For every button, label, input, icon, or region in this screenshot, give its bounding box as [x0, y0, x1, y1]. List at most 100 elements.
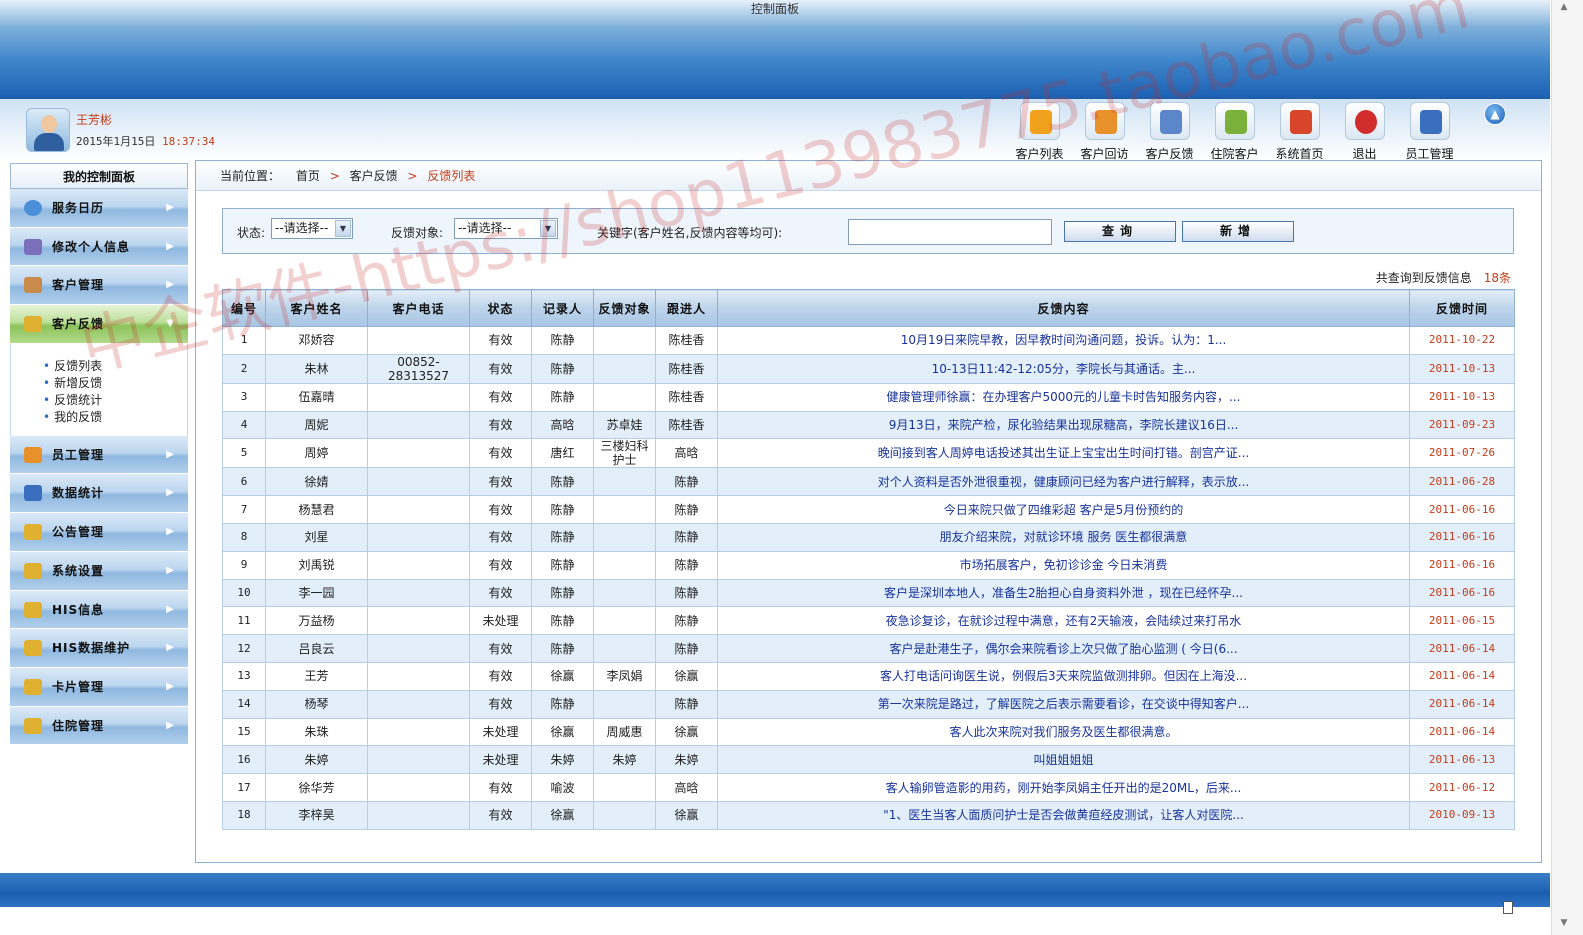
table-cell: 4: [222, 410, 266, 440]
table-cell: 李梓昊: [265, 800, 368, 830]
add-button[interactable]: 新增: [1182, 221, 1294, 242]
table-cell: 朱婷: [593, 745, 656, 775]
table-row[interactable]: 1 邓娇容 有效 陈静 陈桂香 10月19日来院早教，因早教时间沟通问题，投诉。认为：1.…: [222, 326, 1515, 355]
table-cell: 未处理: [469, 717, 532, 747]
table-cell[interactable]: 客人打电话问询医生说，例假后3天来院监做测排卵。但因在上海没...: [717, 661, 1410, 691]
table-row[interactable]: 13 王芳 有效 徐赢 李凤娟 徐赢 客人打电话问询医生说，例假后3天来院监做测排卵。但因在…: [222, 661, 1515, 691]
table-cell[interactable]: 客人此次来院对我们服务及医生都很满意。: [717, 717, 1410, 747]
table-cell: [367, 689, 470, 719]
toolbar-inpatient-button[interactable]: 住院客户: [1202, 100, 1267, 161]
table-cell: [593, 326, 656, 355]
toolbar-customer-visit-button[interactable]: 客户回访: [1072, 100, 1137, 161]
result-count: 共查询到反馈信息 18条: [1376, 269, 1511, 286]
table-cell[interactable]: 市场拓展客户，免初诊诊金 今日未消费: [717, 550, 1410, 580]
table-row[interactable]: 11 万益杨 未处理 陈静 陈静 夜急诊复诊，在就诊过程中满意，还有2天输液，会陆续过来打…: [222, 606, 1515, 636]
sidebar: 我的控制面板 服务日历▶ 修改个人信息▶ 客户管理▶ 客户反馈▼ 反馈列表 新增…: [10, 163, 188, 746]
sidebar-item-his-info[interactable]: HIS信息 ▶: [10, 590, 188, 630]
submenu-feedback-stats[interactable]: 反馈统计: [43, 392, 187, 409]
table-cell: 3: [222, 382, 266, 412]
column-header: 反馈时间: [1409, 289, 1515, 327]
scrollbar[interactable]: ▲ ▼: [1551, 0, 1583, 935]
table-cell: [367, 410, 470, 440]
sidebar-item-cards[interactable]: 卡片管理 ▶: [10, 667, 188, 707]
table-cell[interactable]: 晚间接到客人周婷电话投述其出生证上宝宝出生时间打错。剖宫产证...: [717, 438, 1410, 469]
table-row[interactable]: 10 李一园 有效 陈静 陈静 客户是深圳本地人，准备生2胎担心自身资料外泄 ，现在已经怀…: [222, 578, 1515, 608]
scroll-down-arrow-icon[interactable]: ▼: [1558, 918, 1570, 930]
sidebar-item-service-calendar[interactable]: 服务日历 ▶: [10, 189, 188, 228]
table-row[interactable]: 6 徐婧 有效 陈静 陈静 对个人资料是否外泄很重视，健康顾问已经为客户进行解释，表示放.…: [222, 467, 1515, 497]
toolbar-home-button[interactable]: 系统首页: [1267, 100, 1332, 161]
submenu-feedback-list[interactable]: 反馈列表: [43, 358, 187, 375]
toolbar-customer-list-button[interactable]: 客户列表: [1007, 100, 1072, 161]
submenu-my-feedback[interactable]: 我的反馈: [43, 409, 187, 426]
table-cell: 有效: [469, 578, 532, 608]
table-row[interactable]: 9 刘禹锐 有效 陈静 陈静 市场拓展客户，免初诊诊金 今日未消费 2011-06-16: [222, 550, 1515, 580]
table-row[interactable]: 17 徐华芳 有效 喻波 高晗 客人输卵管造影的用药，刚开始李凤娟主任开出的是20ML，后…: [222, 773, 1515, 802]
table-cell[interactable]: 叫姐姐姐姐: [717, 745, 1410, 775]
table-cell[interactable]: 夜急诊复诊，在就诊过程中满意，还有2天输液，会陆续过来打吊水: [717, 606, 1410, 636]
table-cell[interactable]: 客户是深圳本地人，准备生2胎担心自身资料外泄 ，现在已经怀孕...: [717, 578, 1410, 608]
table-cell[interactable]: 对个人资料是否外泄很重视，健康顾问已经为客户进行解释，表示放...: [717, 467, 1410, 497]
table-cell[interactable]: 朋友介绍来院，对就诊环境 服务 医生都很满意: [717, 522, 1410, 552]
scroll-up-arrow-icon[interactable]: ▲: [1558, 2, 1570, 14]
table-row[interactable]: 2 朱林 00852-28313527 有效 陈静 陈桂香 10-13日11:42-12:0…: [222, 353, 1515, 384]
table-cell[interactable]: 第一次来院是路过，了解医院之后表示需要看诊，在交谈中得知客户...: [717, 689, 1410, 719]
user-datetime: 2015年1月15日 18:37:34: [76, 133, 215, 149]
sidebar-item-staff[interactable]: 员工管理 ▶: [10, 435, 188, 475]
table-row[interactable]: 12 吕良云 有效 陈静 陈静 客户是赴港生子，偶尔会来院看诊上次只做了胎心监测 ( 今日…: [222, 634, 1515, 663]
table-cell[interactable]: 健康管理师徐赢：在办理客户5000元的儿童卡时告知服务内容，...: [717, 382, 1410, 412]
sidebar-item-announcements[interactable]: 公告管理 ▶: [10, 513, 188, 552]
column-header: 客户姓名: [265, 289, 368, 327]
toolbar-customer-feedback-button[interactable]: 客户反馈: [1137, 100, 1202, 161]
filter-bar: 状态: --请选择-- ▼ 反馈对象: --请选择-- ▼ 关键字(客户姓名,反馈内…: [222, 208, 1514, 254]
table-row[interactable]: 4 周妮 有效 高晗 苏卓娃 陈桂香 9月13日，来院产检，尿化验结果出现尿糖高，李院长建议…: [222, 410, 1515, 440]
table-cell: 2011-06-14: [1409, 717, 1515, 747]
table-row[interactable]: 7 杨慧君 有效 陈静 陈静 今日来院只做了四维彩超 客户是5月份预约的 2011-06-1…: [222, 495, 1515, 524]
table-cell: 陈静: [531, 467, 594, 497]
table-row[interactable]: 16 朱婷 未处理 朱婷 朱婷 朱婷 叫姐姐姐姐 2011-06-13: [222, 745, 1515, 775]
table-row[interactable]: 15 朱珠 未处理 徐赢 周威惠 徐赢 客人此次来院对我们服务及医生都很满意。 2011-06…: [222, 717, 1515, 747]
sidebar-item-inpatient[interactable]: 住院管理 ▶: [10, 706, 188, 746]
table-cell[interactable]: 10-13日11:42-12:05分，李院长与其通话。主...: [717, 353, 1410, 384]
toolbar-logout-button[interactable]: 退出: [1332, 100, 1397, 161]
search-button[interactable]: 查询: [1064, 221, 1176, 242]
column-header: 跟进人: [655, 289, 718, 327]
table-cell: 2011-06-16: [1409, 495, 1515, 524]
table-cell: 有效: [469, 661, 532, 691]
table-row[interactable]: 3 伍嘉晴 有效 陈静 陈桂香 健康管理师徐赢：在办理客户5000元的儿童卡时告知服务内容…: [222, 382, 1515, 412]
table-cell: [367, 773, 470, 802]
sidebar-item-settings[interactable]: 系统设置 ▶: [10, 551, 188, 591]
keyword-input[interactable]: [848, 219, 1052, 245]
breadcrumb-home[interactable]: 首页: [296, 169, 320, 183]
table-cell: 朱婷: [655, 745, 718, 775]
table-cell[interactable]: "1、医生当客人面质问护士是否会做黄疸经皮测试，让客人对医院...: [717, 800, 1410, 830]
sidebar-item-feedback[interactable]: 客户反馈 ▼: [10, 305, 188, 344]
toolbar-staff-button[interactable]: 员工管理: [1397, 100, 1462, 161]
sidebar-item-customers[interactable]: 客户管理 ▶: [10, 266, 188, 306]
table-row[interactable]: 14 杨琴 有效 陈静 陈静 第一次来院是路过，了解医院之后表示需要看诊，在交谈中得知客户…: [222, 689, 1515, 719]
scroll-up-icon[interactable]: ▲: [1484, 103, 1506, 125]
table-row[interactable]: 18 李梓昊 有效 徐赢 徐赢 "1、医生当客人面质问护士是否会做黄疸经皮测试，让客人对医…: [222, 800, 1515, 830]
sidebar-item-profile[interactable]: 修改个人信息 ▶: [10, 227, 188, 267]
keyword-label: 关键字(客户姓名,反馈内容等均可):: [597, 226, 783, 240]
table-cell[interactable]: 今日来院只做了四维彩超 客户是5月份预约的: [717, 495, 1410, 524]
table-cell: [593, 634, 656, 663]
table-cell: 有效: [469, 800, 532, 830]
sidebar-item-statistics[interactable]: 数据统计 ▶: [10, 474, 188, 514]
table-cell[interactable]: 客户是赴港生子，偶尔会来院看诊上次只做了胎心监测 ( 今日(6...: [717, 634, 1410, 663]
table-cell[interactable]: 客人输卵管造影的用药，刚开始李凤娟主任开出的是20ML，后来...: [717, 773, 1410, 802]
table-row[interactable]: 5 周婷 有效 唐红 三楼妇科护士 高晗 晚间接到客人周婷电话投述其出生证上宝宝出生时间打错…: [222, 438, 1515, 469]
submenu-add-feedback[interactable]: 新增反馈: [43, 375, 187, 392]
breadcrumb-section[interactable]: 客户反馈: [350, 169, 398, 183]
table-cell[interactable]: 10月19日来院早教，因早教时间沟通问题，投诉。认为：1...: [717, 326, 1410, 355]
sidebar-item-his-maintenance[interactable]: HIS数据维护 ▶: [10, 629, 188, 668]
column-header: 状态: [469, 289, 532, 327]
status-select[interactable]: --请选择-- ▼: [271, 218, 353, 239]
table-cell: [593, 773, 656, 802]
table-cell: 陈静: [531, 550, 594, 580]
table-cell: [367, 326, 470, 355]
customer-icon: [24, 277, 42, 294]
table-row[interactable]: 8 刘星 有效 陈静 陈静 朋友介绍来院，对就诊环境 服务 医生都很满意 2011-06-1…: [222, 522, 1515, 552]
target-select[interactable]: --请选择-- ▼: [454, 218, 558, 239]
table-cell[interactable]: 9月13日，来院产检，尿化验结果出现尿糖高，李院长建议16日...: [717, 410, 1410, 440]
